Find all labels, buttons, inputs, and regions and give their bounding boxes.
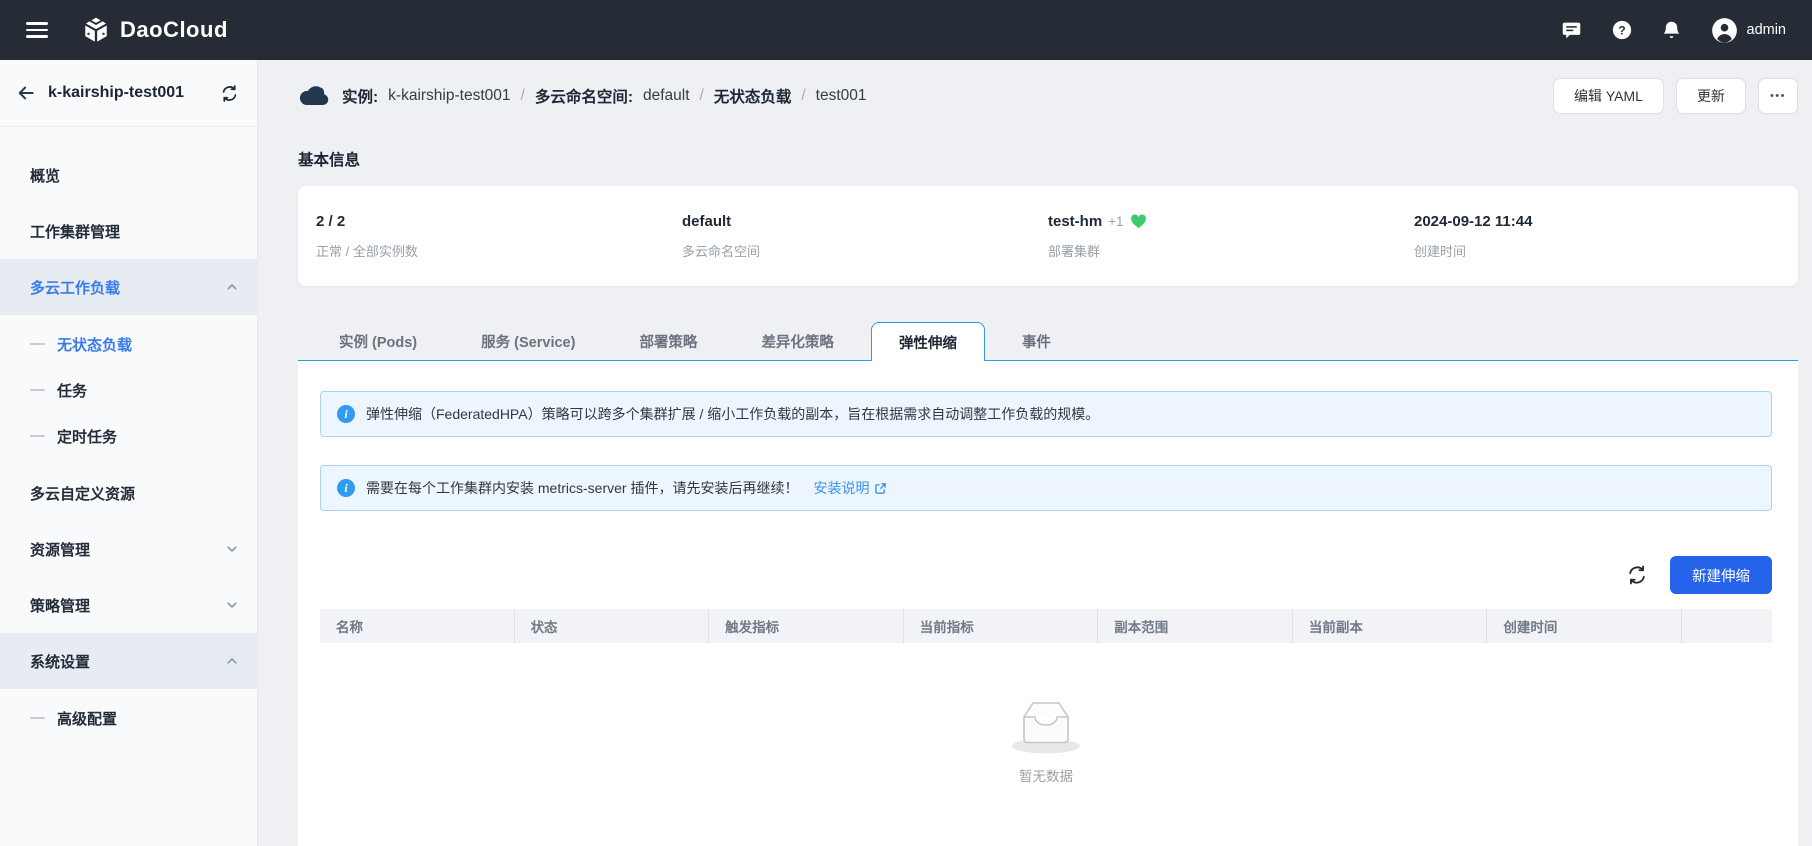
topbar: DaoCloud ? admin [0, 0, 1812, 60]
update-button[interactable]: 更新 [1675, 78, 1746, 114]
svg-text:?: ? [1618, 24, 1625, 38]
chevron-up-icon [227, 658, 237, 664]
stat-clusters: test-hm +1 部署集群 [1048, 213, 1414, 260]
breadcrumb-workload: test001 [815, 87, 867, 104]
main-content: 实例: k-kairship-test001 / 多云命名空间: default… [258, 60, 1812, 846]
sidebar-item-overview[interactable]: 概览 [0, 147, 257, 203]
bell-icon[interactable] [1661, 19, 1683, 41]
sidebar-item-resource-management[interactable]: 资源管理 [0, 521, 257, 577]
install-guide-link[interactable]: 安装说明 [813, 478, 887, 498]
column-header-actions [1682, 609, 1772, 643]
chevron-up-icon [227, 284, 237, 290]
daocloud-logo-icon [85, 17, 107, 42]
stat-created: 2024-09-12 11:44 创建时间 [1414, 212, 1533, 259]
back-icon[interactable] [16, 83, 36, 103]
sidebar-item-cronjobs[interactable]: 定时任务 [0, 413, 257, 459]
tab-pods[interactable]: 实例 (Pods) [312, 322, 444, 360]
brand: DaoCloud [82, 16, 228, 44]
create-scaling-button[interactable]: 新建伸缩 [1670, 556, 1772, 594]
column-header-status: 状态 [515, 609, 710, 643]
column-header-name: 名称 [320, 609, 515, 643]
chevron-down-icon [227, 546, 237, 552]
tab-elastic-scaling[interactable]: 弹性伸缩 [870, 322, 985, 361]
stat-instances: 2 / 2 正常 / 全部实例数 [316, 212, 418, 259]
info-alert-hpa: i 弹性伸缩（FederatedHPA）策略可以跨多个集群扩展 / 缩小工作负载… [320, 391, 1772, 437]
tab-panel: i 弹性伸缩（FederatedHPA）策略可以跨多个集群扩展 / 缩小工作负载… [298, 361, 1798, 846]
dash-icon [30, 716, 45, 720]
sidebar: k-kairship-test001 概览 工作集群管理 多云工作负载 无状态负… [0, 60, 258, 846]
refresh-icon[interactable] [1626, 564, 1648, 586]
column-header-trigger-metric: 触发指标 [709, 609, 904, 643]
help-icon[interactable]: ? [1611, 19, 1633, 41]
sidebar-item-advanced-config[interactable]: 高级配置 [0, 695, 257, 741]
health-heart-icon [1130, 214, 1146, 229]
column-header-created-at: 创建时间 [1487, 609, 1682, 643]
sidebar-item-multicloud-custom-resources[interactable]: 多云自定义资源 [0, 465, 257, 521]
breadcrumb-label-instance: 实例: [342, 89, 379, 106]
tab-bar: 实例 (Pods) 服务 (Service) 部署策略 差异化策略 弹性伸缩 事… [298, 322, 1798, 361]
info-icon: i [337, 405, 355, 423]
external-link-icon [875, 482, 887, 494]
avatar [1711, 17, 1737, 43]
username: admin [1746, 22, 1787, 38]
dash-icon [30, 388, 45, 392]
edit-yaml-button[interactable]: 编辑 YAML [1552, 78, 1664, 114]
brand-name: DaoCloud [120, 17, 228, 42]
sidebar-nav: 概览 工作集群管理 多云工作负载 无状态负载 任务 定时任务 多云自定义资源 资… [0, 127, 257, 747]
column-header-replica-range: 副本范围 [1098, 609, 1293, 643]
stat-namespace: default 多云命名空间 [682, 212, 761, 259]
empty-state: 暂无数据 [320, 693, 1772, 785]
basic-info-card: 2 / 2 正常 / 全部实例数 default 多云命名空间 test-hm … [298, 186, 1798, 286]
basic-info-title: 基本信息 [298, 152, 361, 169]
cloud-icon [299, 86, 329, 105]
column-header-current-metric: 当前指标 [904, 609, 1099, 643]
switch-cluster-icon[interactable] [220, 84, 239, 103]
more-actions-button[interactable]: ••• [1757, 78, 1798, 114]
info-icon: i [337, 479, 355, 497]
tab-events[interactable]: 事件 [995, 322, 1078, 360]
breadcrumb-cluster[interactable]: k-kairship-test001 [388, 87, 510, 105]
dash-icon [30, 342, 45, 346]
breadcrumb: 实例: k-kairship-test001 / 多云命名空间: default… [298, 84, 867, 108]
sidebar-item-worker-clusters[interactable]: 工作集群管理 [0, 203, 257, 259]
chat-icon[interactable] [1561, 19, 1583, 41]
sidebar-item-jobs[interactable]: 任务 [0, 367, 257, 413]
breadcrumb-namespace[interactable]: default [643, 87, 690, 105]
sidebar-item-multicloud-workloads[interactable]: 多云工作负载 [0, 259, 257, 315]
tab-deploy-policy[interactable]: 部署策略 [612, 322, 724, 360]
tab-service[interactable]: 服务 (Service) [454, 322, 602, 360]
user-menu[interactable]: admin [1711, 17, 1787, 44]
cluster-name: k-kairship-test001 [48, 84, 185, 101]
empty-state-text: 暂无数据 [1019, 769, 1073, 784]
sidebar-item-stateless-workloads[interactable]: 无状态负载 [0, 321, 257, 367]
dash-icon [30, 434, 45, 438]
cluster-count-badge: +1 [1108, 213, 1124, 229]
table-header-row: 名称 状态 触发指标 当前指标 副本范围 当前副本 创建时间 [320, 609, 1772, 643]
table-toolbar: 新建伸缩 [320, 541, 1772, 609]
chevron-down-icon [227, 602, 237, 608]
breadcrumb-label-stateless: 无状态负载 [713, 89, 792, 106]
tab-differentiation-policy[interactable]: 差异化策略 [734, 322, 861, 360]
breadcrumb-label-namespace: 多云命名空间: [534, 89, 633, 106]
sidebar-item-policy-management[interactable]: 策略管理 [0, 577, 257, 633]
empty-box-icon [1012, 702, 1080, 754]
column-header-current-replicas: 当前副本 [1293, 609, 1488, 643]
menu-icon[interactable] [26, 22, 48, 38]
sidebar-item-system-settings[interactable]: 系统设置 [0, 633, 257, 689]
info-alert-metrics-server: i 需要在每个工作集群内安装 metrics-server 插件，请先安装后再继… [320, 465, 1772, 511]
